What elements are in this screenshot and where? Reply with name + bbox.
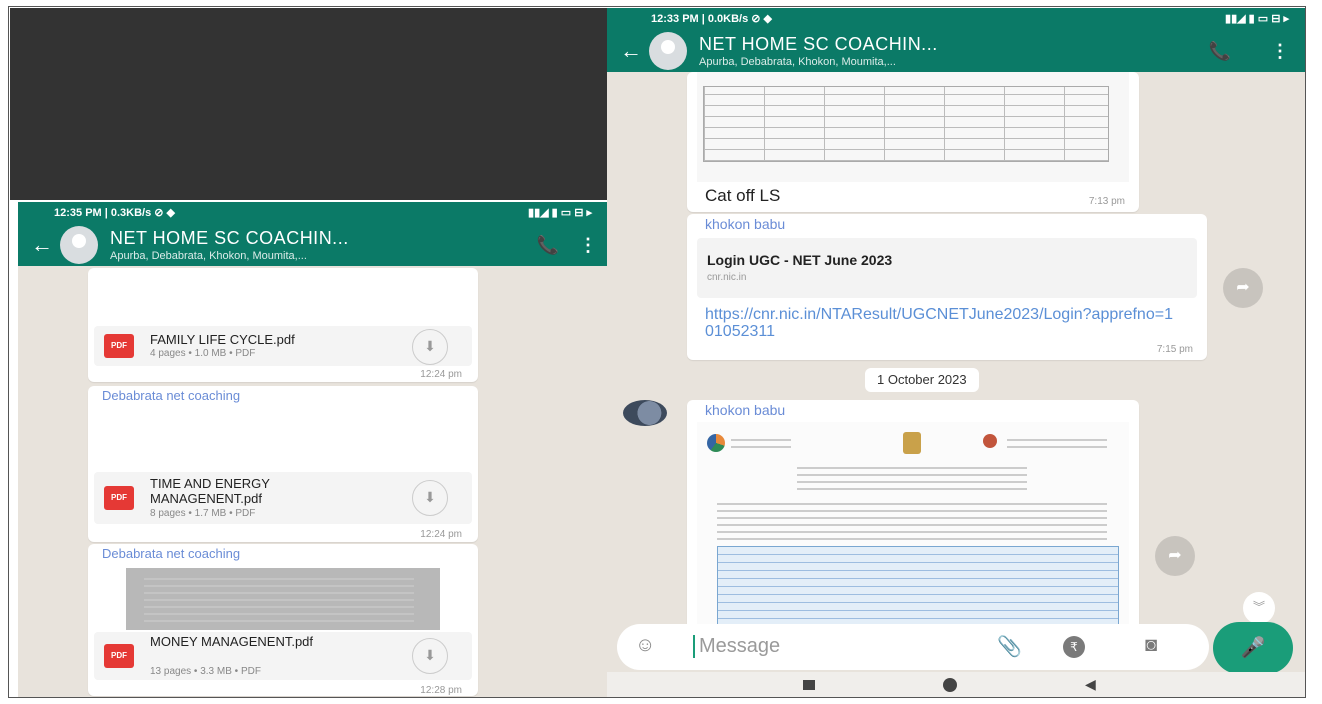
pdf-icon: PDF [104, 486, 134, 510]
status-bar: 12:33 PM | 0.0KB/s ⊘ ◆ ▮▮◢ ▮ ▭ ⊟ ▸ [607, 8, 1305, 30]
chat-header: ← NET HOME SC COACHIN... Apurba, Debabra… [607, 30, 1305, 72]
file-meta: 13 pages • 3.3 MB • PDF [150, 666, 261, 677]
table-image[interactable] [697, 72, 1129, 182]
back-arrow-icon[interactable]: ← [28, 232, 56, 258]
camera-icon[interactable]: ◙ [1145, 634, 1157, 657]
download-icon[interactable]: ⬇ [412, 329, 448, 365]
more-options-icon[interactable]: ⋮ [1255, 41, 1305, 62]
status-time: 12:33 PM | 0.0KB/s ⊘ ◆ [651, 13, 773, 25]
sender-name[interactable]: Debabrata net coaching [102, 388, 240, 403]
payment-icon[interactable]: ₹ [1063, 636, 1085, 658]
emoji-icon[interactable]: ☺ [635, 634, 655, 657]
link-preview[interactable]: Login UGC - NET June 2023 cnr.nic.in [697, 238, 1197, 298]
chat-title: NET HOME SC COACHIN... [110, 228, 349, 248]
group-avatar[interactable] [649, 32, 687, 70]
add-call-icon[interactable]: 📞 [1185, 41, 1255, 62]
right-phone-screen: 12:33 PM | 0.0KB/s ⊘ ◆ ▮▮◢ ▮ ▭ ⊟ ▸ ← NET… [607, 8, 1305, 698]
chat-subtitle: Apurba, Debabrata, Khokon, Moumita,... [110, 250, 307, 262]
message-bubble[interactable]: khokon babu [687, 400, 1139, 630]
logo-image [707, 434, 725, 452]
scroll-down-chevron-icon[interactable]: ︾ [1243, 592, 1275, 624]
pdf-icon: PDF [104, 644, 134, 668]
message-bubble[interactable]: Debabrata net coaching PDF MONEY MANAGEN… [88, 544, 478, 696]
link-url[interactable]: https://cnr.nic.in/NTAResult/UGCNETJune2… [705, 306, 1175, 340]
message-time: 7:13 pm [1088, 196, 1125, 207]
chat-header: ← NET HOME SC COACHIN... Apurba, Debabra… [18, 224, 608, 266]
date-chip: 1 October 2023 [865, 368, 979, 392]
status-icons: ▮▮◢ ▮ ▭ ⊟ ▸ [528, 207, 592, 219]
file-name: MONEY MANAGENENT.pdf [150, 634, 314, 649]
home-icon[interactable] [943, 678, 957, 692]
status-bar: 12:35 PM | 0.3KB/s ⊘ ◆ ▮▮◢ ▮ ▭ ⊟ ▸ [18, 202, 608, 224]
pdf-attachment[interactable]: PDF TIME AND ENERGY MANAGENENT.pdf 8 pag… [94, 472, 472, 524]
info-table [717, 546, 1119, 628]
message-bubble[interactable]: Cat off LS 7:13 pm [687, 72, 1139, 212]
sender-name[interactable]: khokon babu [705, 402, 785, 418]
notice-document-image[interactable] [697, 422, 1129, 630]
message-time: 12:24 pm [420, 369, 462, 380]
add-call-icon[interactable]: 📞 [528, 235, 568, 256]
recent-apps-icon[interactable] [803, 680, 815, 690]
message-time: 7:15 pm [1156, 344, 1193, 355]
mic-button[interactable]: 🎤 [1213, 622, 1293, 674]
image-caption: Cat off LS [705, 186, 781, 205]
pdf-attachment[interactable]: PDF MONEY MANAGENENT.pdf 13 pages • 3.3 … [94, 632, 472, 680]
microphone-icon: 🎤 [1240, 637, 1266, 659]
pdf-attachment[interactable]: PDF FAMILY LIFE CYCLE.pdf 4 pages • 1.0 … [94, 326, 472, 366]
message-bubble[interactable]: PDF FAMILY LIFE CYCLE.pdf 4 pages • 1.0 … [88, 268, 478, 382]
sender-name[interactable]: Debabrata net coaching [102, 546, 240, 561]
forward-icon[interactable]: ➦ [1155, 536, 1195, 576]
document-preview-image[interactable] [126, 568, 440, 630]
file-name: TIME AND ENERGY MANAGENENT.pdf [150, 476, 270, 506]
attach-icon[interactable]: 📎 [997, 634, 1022, 659]
system-navigation-bar: ◀ [607, 672, 1305, 698]
left-phone-screen: 12:35 PM | 0.3KB/s ⊘ ◆ ▮▮◢ ▮ ▭ ⊟ ▸ ← NET… [18, 202, 608, 698]
status-icons: ▮▮◢ ▮ ▭ ⊟ ▸ [1225, 13, 1289, 25]
download-icon[interactable]: ⬇ [412, 480, 448, 516]
message-bubble[interactable]: khokon babu Login UGC - NET June 2023 cn… [687, 214, 1207, 360]
message-time: 12:24 pm [420, 529, 462, 540]
file-name: FAMILY LIFE CYCLE.pdf [150, 332, 295, 347]
file-meta: 8 pages • 1.7 MB • PDF [150, 508, 256, 519]
pdf-icon: PDF [104, 334, 134, 358]
file-meta: 4 pages • 1.0 MB • PDF [150, 348, 256, 359]
link-preview-title: Login UGC - NET June 2023 [707, 252, 893, 268]
message-input[interactable]: Message [693, 635, 780, 658]
chat-title-block[interactable]: NET HOME SC COACHIN... Apurba, Debabrata… [699, 34, 1185, 68]
back-nav-icon[interactable]: ◀ [1085, 676, 1096, 693]
emblem-image [903, 432, 921, 454]
sender-avatar[interactable] [623, 400, 667, 426]
download-icon[interactable]: ⬇ [412, 638, 448, 674]
back-arrow-icon[interactable]: ← [617, 38, 645, 64]
sender-name[interactable]: khokon babu [705, 216, 785, 232]
chat-title: NET HOME SC COACHIN... [699, 34, 938, 54]
emblem-image [983, 434, 997, 448]
more-options-icon[interactable]: ⋮ [568, 235, 608, 256]
message-input-bar: ☺ Message 📎 ₹ ◙ [617, 624, 1209, 670]
chat-subtitle: Apurba, Debabrata, Khokon, Moumita,... [699, 56, 896, 68]
message-time: 12:28 pm [420, 685, 462, 696]
status-time: 12:35 PM | 0.3KB/s ⊘ ◆ [54, 207, 176, 219]
link-preview-domain: cnr.nic.in [707, 272, 747, 283]
background-dark-area [10, 8, 610, 200]
forward-icon[interactable]: ➦ [1223, 268, 1263, 308]
chat-title-block[interactable]: NET HOME SC COACHIN... Apurba, Debabrata… [110, 228, 528, 262]
group-avatar[interactable] [60, 226, 98, 264]
message-bubble[interactable]: Debabrata net coaching PDF TIME AND ENER… [88, 386, 478, 542]
